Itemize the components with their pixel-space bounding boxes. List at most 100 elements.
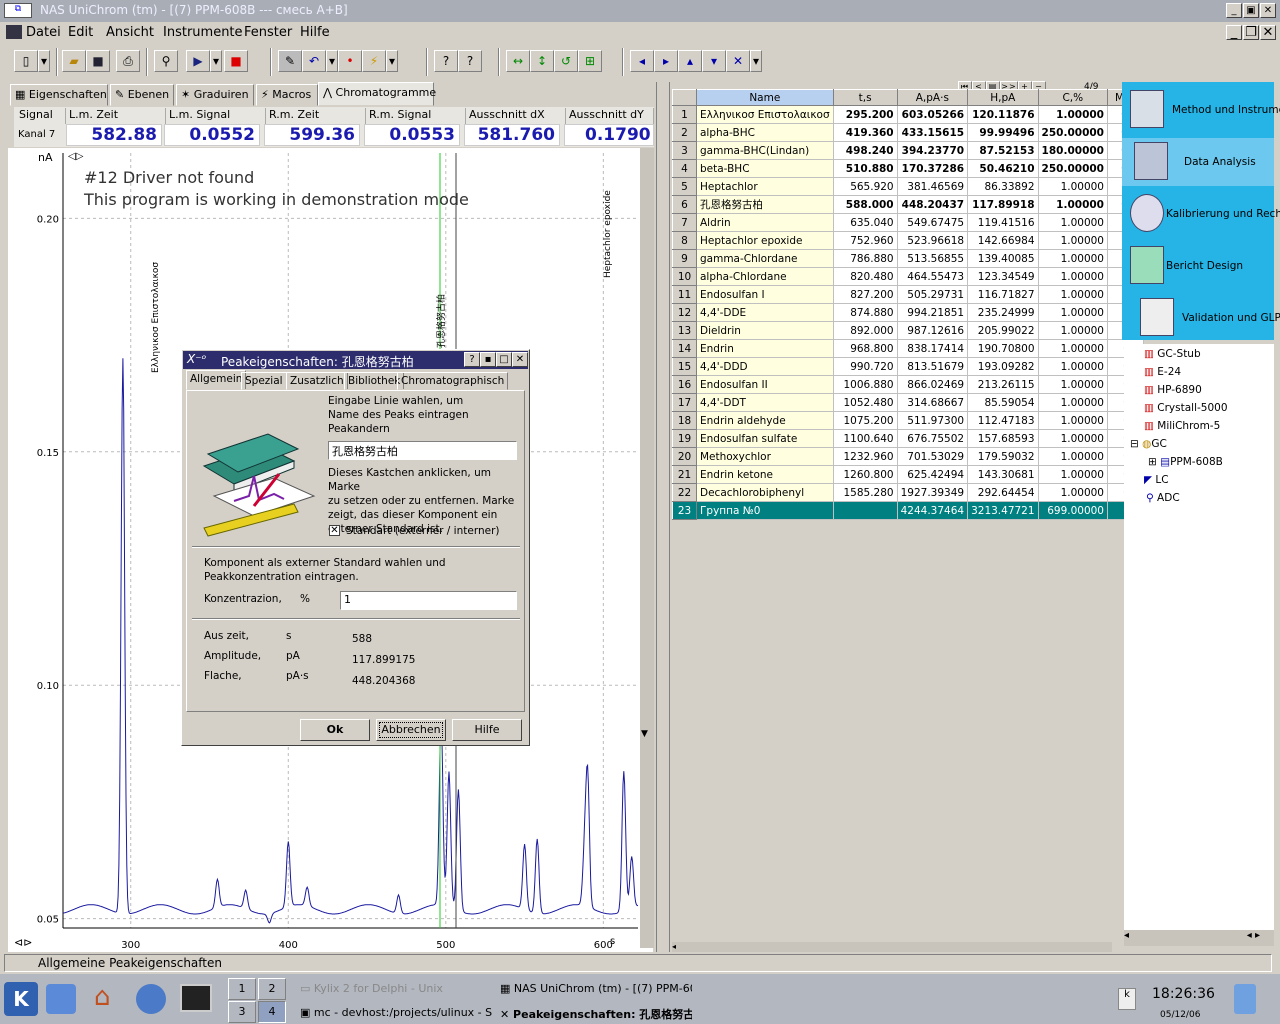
cell-row-index[interactable]: 22: [672, 483, 697, 502]
cell-peak-name[interactable]: Endrin ketone: [696, 465, 834, 484]
app-icon[interactable]: ⧉: [4, 3, 32, 18]
cell-peak-name[interactable]: Heptachlor epoxide: [696, 231, 834, 250]
print-icon[interactable]: ⎙: [116, 50, 140, 72]
standard-checkbox-label[interactable]: Standart (externer / interner): [346, 524, 500, 538]
run-icon[interactable]: ▶: [186, 50, 210, 72]
cell-area[interactable]: 513.56855: [897, 249, 969, 268]
table-row[interactable]: 3 gamma-BHC(Lindan) 498.240 394.23770 87.521…: [672, 141, 1144, 160]
table-row[interactable]: 9 gamma-Chlordane 786.880 513.56855 139.4008…: [672, 249, 1144, 268]
cell-peak-name[interactable]: Endrin: [696, 339, 834, 358]
cell-peak-name[interactable]: Endrin aldehyde: [696, 411, 834, 430]
cell-area[interactable]: 625.42494: [897, 465, 969, 484]
tab-eigenschaften[interactable]: ▦ Eigenschaften: [10, 84, 108, 106]
table-row[interactable]: 5 Heptachlor 565.920 381.46569 86.33892 1.000…: [672, 177, 1144, 196]
cell-height[interactable]: 123.34549: [967, 267, 1039, 286]
cell-peak-name[interactable]: Dieldrin: [696, 321, 834, 340]
help-button[interactable]: Hilfe: [452, 719, 522, 741]
undo-dropdown-icon[interactable]: ▾: [326, 50, 338, 72]
cell-row-index[interactable]: 5: [672, 177, 697, 196]
cell-row-index[interactable]: 23: [672, 501, 697, 520]
dialog-minimize-button[interactable]: ▪: [480, 352, 496, 367]
tree-item-adc[interactable]: ⚲ ADC: [1146, 492, 1180, 504]
cell-retention-time[interactable]: 1075.200: [833, 411, 898, 430]
cell-peak-name[interactable]: 4,4'-DDE: [696, 303, 834, 322]
cell-area[interactable]: 381.46569: [897, 177, 969, 196]
cell-row-index[interactable]: 19: [672, 429, 697, 448]
cell-row-index[interactable]: 20: [672, 447, 697, 466]
close-button[interactable]: ✕: [1260, 3, 1276, 18]
scroll-left-right-icon[interactable]: ◁▷: [68, 151, 83, 162]
lightning-dropdown-icon[interactable]: ▾: [386, 50, 398, 72]
cell-row-index[interactable]: 11: [672, 285, 697, 304]
marker-icon[interactable]: •: [338, 50, 362, 72]
expand-icon[interactable]: ⊞: [1148, 456, 1157, 468]
desktop-2[interactable]: 2: [258, 978, 286, 1000]
dialog-tab-spezial[interactable]: Spezial: [241, 372, 287, 390]
table-row[interactable]: 4 beta-BHC 510.880 170.37286 50.46210 250.000…: [672, 159, 1144, 178]
cell-retention-time[interactable]: 588.000: [833, 195, 898, 214]
help-icon[interactable]: ?: [434, 50, 458, 72]
desktop-icon[interactable]: [46, 984, 76, 1014]
tree-item-hp6890[interactable]: ▥ HP-6890: [1144, 384, 1202, 396]
child-restore-button[interactable]: ❐: [1243, 25, 1259, 40]
link-icon[interactable]: ⚲: [154, 50, 178, 72]
cell-row-index[interactable]: 21: [672, 465, 697, 484]
zoom-fit-icon[interactable]: ⊞: [578, 50, 602, 72]
cell-area[interactable]: 394.23770: [897, 141, 969, 160]
trash-icon[interactable]: [1234, 984, 1256, 1014]
cell-height[interactable]: 87.52153: [967, 141, 1039, 160]
tree-item-crystall[interactable]: ▥ Crystall-5000: [1144, 402, 1228, 414]
column-header[interactable]: H,pA: [967, 89, 1039, 106]
table-row[interactable]: 2 alpha-BHC 419.360 433.15615 99.99496 250.00…: [672, 123, 1144, 142]
tab-ebenen[interactable]: ✎ Ebenen: [110, 84, 174, 106]
desktop-4[interactable]: 4: [258, 1001, 286, 1023]
task-peakeigenschaften[interactable]: ✕ Peakeigenschaften: 孔恩格努古: [500, 1006, 692, 1022]
cell-retention-time[interactable]: 990.720: [833, 357, 898, 376]
child-close-button[interactable]: ✕: [1260, 25, 1276, 40]
cell-row-index[interactable]: 16: [672, 375, 697, 394]
cell-peak-name[interactable]: Ελληνικοσ Επιστολαικοσ: [696, 105, 834, 124]
cell-area[interactable]: 523.96618: [897, 231, 969, 250]
cell-retention-time[interactable]: [833, 501, 898, 520]
cell-retention-time[interactable]: 874.880: [833, 303, 898, 322]
ok-button[interactable]: Ok: [300, 719, 370, 741]
cell-concentration[interactable]: 1.00000: [1038, 105, 1108, 124]
table-row[interactable]: 18 Endrin aldehyde 1075.200 511.97300 112.47…: [672, 411, 1144, 430]
task-unichrom[interactable]: ▦ NAS UniChrom (tm) - [(7) PPM-608B: [500, 982, 692, 995]
cell-height[interactable]: 117.89918: [967, 195, 1039, 214]
task-shell[interactable]: ▣ mc - devhost:/projects/ulinux - Shell: [300, 1006, 492, 1019]
cell-concentration[interactable]: 1.00000: [1038, 231, 1108, 250]
cell-height[interactable]: 86.33892: [967, 177, 1039, 196]
cell-retention-time[interactable]: 1232.960: [833, 447, 898, 466]
maximize-button[interactable]: ▣: [1243, 3, 1259, 18]
cell-peak-name[interactable]: Aldrin: [696, 213, 834, 232]
table-row[interactable]: 22 Decachlorobiphenyl 1585.280 1927.39349 29…: [672, 483, 1144, 502]
table-row[interactable]: 11 Endosulfan I 827.200 505.29731 116.71827 1…: [672, 285, 1144, 304]
cell-area[interactable]: 994.21851: [897, 303, 969, 322]
cell-retention-time[interactable]: 635.040: [833, 213, 898, 232]
cell-row-index[interactable]: 18: [672, 411, 697, 430]
cell-area[interactable]: 505.29731: [897, 285, 969, 304]
cell-height[interactable]: 116.71827: [967, 285, 1039, 304]
nav-data-analysis[interactable]: Data Analysis: [1122, 138, 1274, 186]
menu-edit[interactable]: Edit: [68, 25, 93, 40]
cell-peak-name[interactable]: beta-BHC: [696, 159, 834, 178]
cell-retention-time[interactable]: 1052.480: [833, 393, 898, 412]
cell-row-index[interactable]: 6: [672, 195, 697, 214]
table-hscrollbar[interactable]: ◂: [672, 942, 1112, 952]
menu-datei[interactable]: Datei: [26, 25, 61, 40]
chart-scroll-icon[interactable]: ⊲⊳: [14, 936, 32, 949]
cell-concentration[interactable]: 1.00000: [1038, 411, 1108, 430]
cell-concentration[interactable]: 1.00000: [1038, 285, 1108, 304]
save-icon[interactable]: ■: [86, 50, 110, 72]
cell-height[interactable]: 3213.47721: [967, 501, 1039, 520]
cell-concentration[interactable]: 1.00000: [1038, 393, 1108, 412]
cell-area[interactable]: 314.68667: [897, 393, 969, 412]
column-header[interactable]: A,pA·s: [896, 89, 969, 106]
tree-item-e24[interactable]: ▥ E-24: [1144, 366, 1181, 378]
cell-row-index[interactable]: 1: [672, 105, 697, 124]
zoom-vertical-icon[interactable]: ↕: [530, 50, 554, 72]
undo-icon[interactable]: ↶: [302, 50, 326, 72]
desktop-3[interactable]: 3: [228, 1001, 256, 1023]
cell-retention-time[interactable]: 1006.880: [833, 375, 898, 394]
